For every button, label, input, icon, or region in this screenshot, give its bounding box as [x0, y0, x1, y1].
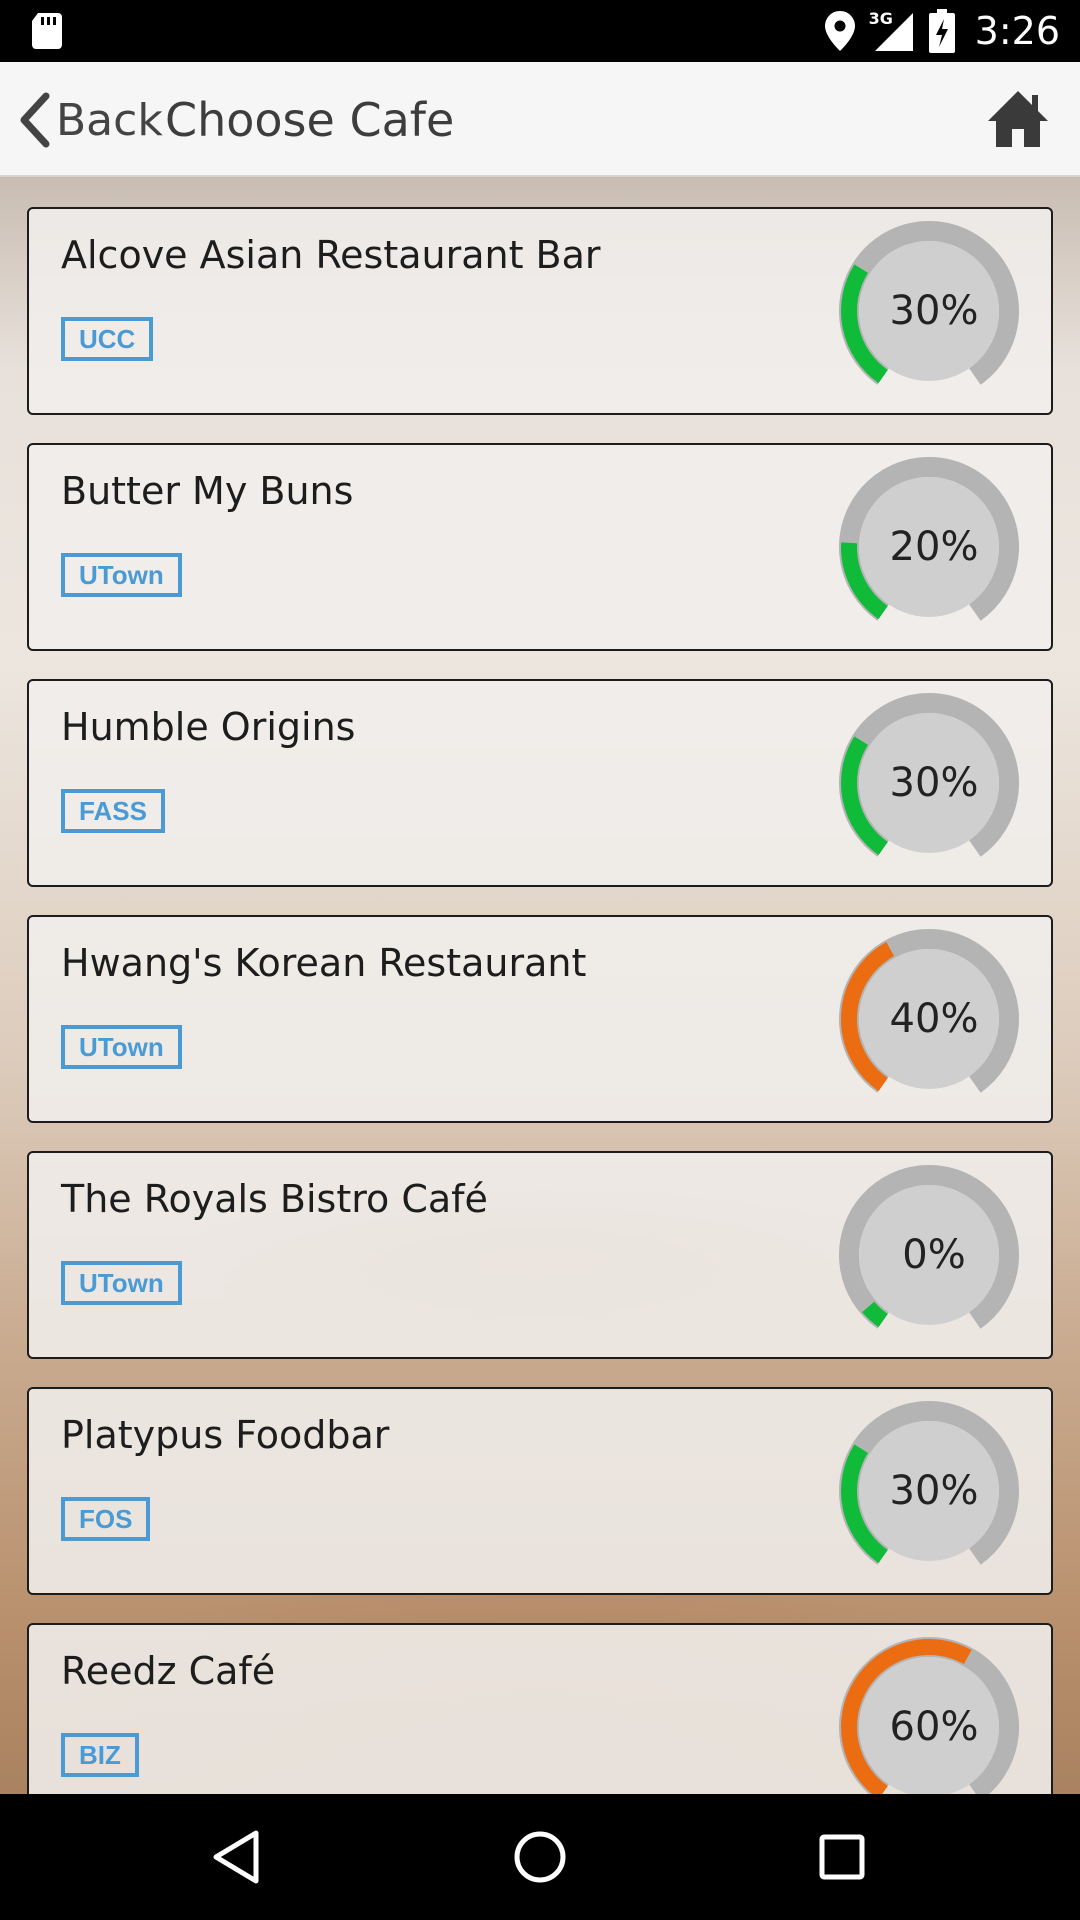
occupancy-percent: 0%	[902, 1232, 966, 1278]
home-circle-icon[interactable]	[510, 1827, 570, 1887]
page-title: Choose Cafe	[165, 93, 455, 147]
cafe-name: Reedz Café	[61, 1649, 276, 1693]
battery-icon	[928, 9, 955, 53]
location-tag: UTown	[61, 1261, 182, 1305]
cafe-name: Hwang's Korean Restaurant	[61, 941, 587, 985]
occupancy-percent: 40%	[889, 996, 979, 1042]
location-tag: UTown	[61, 1025, 182, 1069]
cafe-card[interactable]: Reedz Café BIZ 60%	[27, 1623, 1053, 1794]
location-tag: FASS	[61, 789, 165, 833]
occupancy-percent: 30%	[889, 288, 979, 334]
cafe-name: Butter My Buns	[61, 469, 354, 513]
navigation-bar	[0, 1794, 1080, 1920]
location-tag: UTown	[61, 553, 182, 597]
home-icon[interactable]	[986, 87, 1050, 151]
occupancy-percent: 30%	[889, 760, 979, 806]
clock: 3:26	[974, 9, 1060, 53]
cafe-card[interactable]: The Royals Bistro Café UTown 0%	[27, 1151, 1053, 1359]
cafe-name: The Royals Bistro Café	[61, 1177, 488, 1221]
app-bar: Back Choose Cafe	[0, 62, 1080, 177]
location-tag: UCC	[61, 317, 154, 361]
status-bar: 3G 3:26	[0, 0, 1080, 62]
signal-icon: 3G	[869, 9, 915, 53]
cafe-card[interactable]: Hwang's Korean Restaurant UTown 40%	[27, 915, 1053, 1123]
cafe-name: Platypus Foodbar	[61, 1413, 390, 1457]
chevron-left-icon	[20, 92, 50, 148]
back-button[interactable]: Back	[18, 92, 163, 148]
cafe-card[interactable]: Humble Origins FASS 30%	[27, 679, 1053, 887]
cafe-name: Alcove Asian Restaurant Bar	[61, 233, 601, 277]
occupancy-percent: 60%	[889, 1704, 979, 1750]
location-tag: BIZ	[61, 1733, 139, 1777]
back-triangle-icon[interactable]	[206, 1827, 266, 1887]
cafe-card[interactable]: Alcove Asian Restaurant Bar UCC 30%	[27, 207, 1053, 415]
cafe-card[interactable]: Platypus Foodbar FOS 30%	[27, 1387, 1053, 1595]
cafe-name: Humble Origins	[61, 705, 356, 749]
location-tag: FOS	[61, 1497, 151, 1541]
location-icon	[824, 11, 855, 51]
occupancy-percent: 30%	[889, 1468, 979, 1514]
cafe-list: Alcove Asian Restaurant Bar UCC 30% Butter …	[0, 177, 1080, 1794]
cafe-card[interactable]: Butter My Buns UTown 20%	[27, 443, 1053, 651]
back-label: Back	[56, 94, 163, 146]
occupancy-percent: 20%	[889, 524, 979, 570]
recents-square-icon[interactable]	[812, 1827, 872, 1887]
sd-card-icon	[32, 13, 62, 49]
